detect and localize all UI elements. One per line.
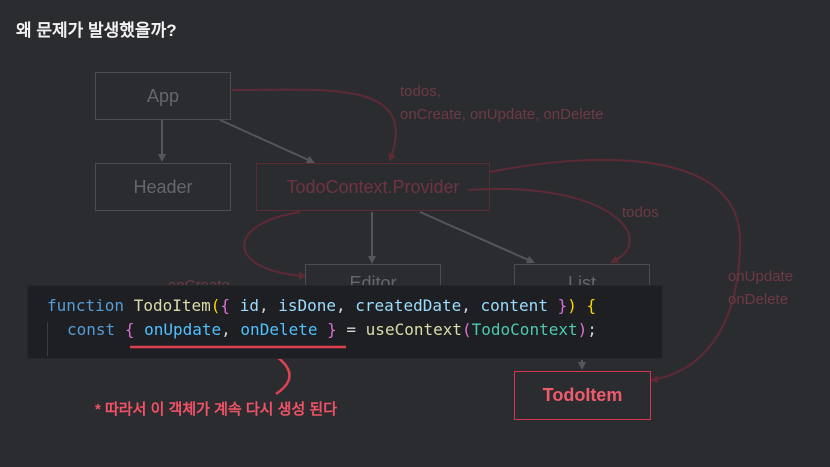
annotation-note: * 따라서 이 객체가 계속 다시 생성 된다: [95, 401, 338, 418]
destructure-underline: [130, 345, 346, 349]
